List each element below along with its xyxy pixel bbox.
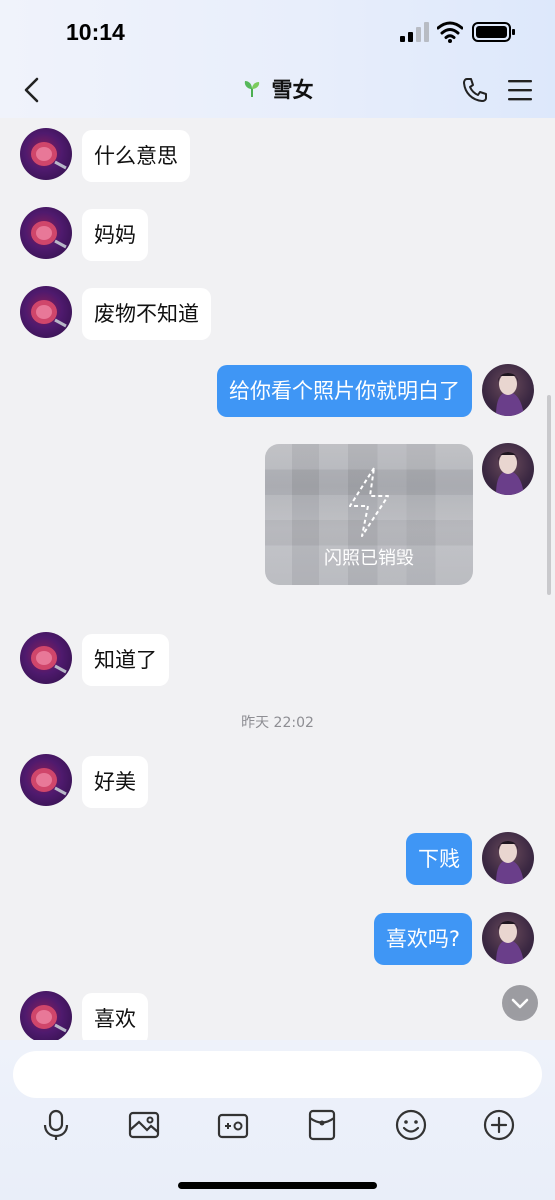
signal-icon — [400, 22, 429, 42]
contact-avatar[interactable] — [20, 991, 72, 1040]
contact-avatar[interactable] — [20, 286, 72, 338]
scroll-to-bottom-button[interactable] — [502, 985, 538, 1021]
contact-avatar[interactable] — [20, 128, 72, 180]
scrollbar[interactable] — [547, 395, 551, 595]
emoji-icon[interactable] — [394, 1108, 428, 1142]
image-icon[interactable] — [127, 1108, 161, 1142]
user-avatar[interactable] — [482, 912, 534, 964]
wifi-icon — [437, 21, 463, 43]
battery-icon — [472, 22, 515, 42]
message-bubble-incoming[interactable]: 好美 — [82, 756, 148, 808]
message-input[interactable] — [13, 1051, 542, 1098]
message-bubble-outgoing[interactable]: 喜欢吗? — [373, 913, 472, 965]
status-time: 10:14 — [66, 19, 125, 45]
user-avatar[interactable] — [482, 443, 534, 495]
lightning-icon — [349, 467, 389, 537]
user-avatar[interactable] — [482, 832, 534, 884]
contact-avatar[interactable] — [20, 754, 72, 806]
home-indicator — [178, 1182, 377, 1189]
message-bubble-outgoing[interactable]: 给你看个照片你就明白了 — [217, 365, 472, 417]
contact-avatar[interactable] — [20, 632, 72, 684]
menu-icon[interactable] — [507, 78, 533, 102]
plus-icon[interactable] — [482, 1108, 516, 1142]
flash-photo-status: 闪照已销毁 — [324, 548, 414, 569]
page-title: 雪女 — [271, 78, 314, 102]
message-bubble-incoming[interactable]: 什么意思 — [82, 130, 190, 182]
contact-avatar[interactable] — [20, 207, 72, 259]
chevron-down-icon — [511, 998, 529, 1009]
message-bubble-incoming[interactable]: 废物不知道 — [82, 288, 211, 340]
sprout-icon — [244, 81, 259, 97]
message-bubble-incoming[interactable]: 知道了 — [82, 634, 169, 686]
status-icons — [399, 21, 517, 43]
camera-icon[interactable] — [216, 1108, 250, 1142]
message-list[interactable]: 什么意思 妈妈 废物不知道 给你看个照片你就明白了 闪照已销毁 知道了 昨天 2… — [0, 118, 555, 1040]
message-bubble-incoming[interactable]: 喜欢 — [82, 993, 148, 1040]
flash-photo-card[interactable]: 闪照已销毁 — [265, 444, 473, 585]
message-bubble-outgoing[interactable]: 下贱 — [406, 833, 472, 885]
phone-icon[interactable] — [461, 76, 489, 104]
microphone-icon[interactable] — [39, 1108, 73, 1142]
red-packet-icon[interactable] — [305, 1108, 339, 1142]
message-bubble-incoming[interactable]: 妈妈 — [82, 209, 148, 261]
message-timestamp: 昨天 22:02 — [241, 715, 314, 731]
user-avatar[interactable] — [482, 364, 534, 416]
